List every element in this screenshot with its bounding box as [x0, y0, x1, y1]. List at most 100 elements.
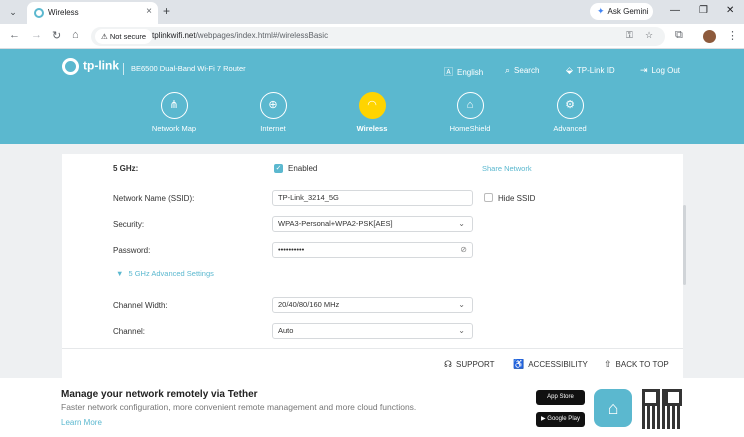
maximize-icon[interactable]: ❐ — [699, 5, 708, 16]
banner-title: Manage your network remotely via Tether — [61, 389, 258, 400]
channel-select[interactable]: Auto ⌄ — [272, 323, 473, 339]
header-divider — [123, 63, 124, 75]
chevron-down-icon: ⌄ — [458, 300, 465, 309]
support-label: SUPPORT — [456, 360, 495, 369]
app-store-badge[interactable]: App Store — [536, 390, 585, 405]
search-link[interactable]: ⌕ Search — [505, 65, 539, 76]
password-label: Password: — [113, 246, 151, 255]
address-bar[interactable]: ⚠ Not secure tplinkwifi.net/webpages/ind… — [91, 27, 665, 46]
tplink-id-link[interactable]: ⬙ TP-Link ID — [566, 65, 615, 76]
nav-network-map-label: Network Map — [151, 124, 197, 133]
nav-advanced[interactable]: ⚙ Advanced — [530, 92, 610, 133]
tplink-logo-icon — [62, 58, 79, 75]
home-shield-icon: ⌂ — [456, 92, 484, 119]
gear-icon: ⚙ — [556, 92, 584, 119]
learn-more-link[interactable]: Learn More — [61, 418, 102, 427]
page-scrollbar[interactable] — [683, 205, 686, 285]
password-input[interactable]: •••••••••• ⊘ — [272, 242, 473, 258]
footer-links: ☊ SUPPORT ♿ ACCESSIBILITY ⇧ BACK TO TOP — [62, 348, 683, 378]
extensions-icon[interactable]: ⧉ — [675, 29, 683, 42]
ssid-value: TP-Link_3214_5G — [278, 193, 339, 202]
nav-network-map[interactable]: ⋔ Network Map — [134, 92, 214, 133]
ask-gemini-button[interactable]: ✦ Ask Gemini — [590, 3, 653, 20]
hide-ssid-checkbox[interactable] — [484, 193, 493, 202]
language-selector[interactable]: 🄰 English — [444, 65, 483, 78]
share-network-link[interactable]: Share Network — [482, 164, 532, 173]
ask-gemini-label: Ask Gemini — [607, 7, 649, 16]
url-text[interactable]: tplinkwifi.net/webpages/index.html#/wire… — [152, 31, 328, 40]
nav-internet-label: Internet — [260, 124, 286, 133]
globe-icon: ⊕ — [259, 92, 287, 119]
app-store-label: App Store — [547, 394, 574, 400]
forward-icon[interactable]: → — [31, 29, 42, 41]
wifi-icon: ◠ — [358, 92, 386, 119]
accessibility-link[interactable]: ♿ ACCESSIBILITY — [513, 359, 588, 370]
support-link[interactable]: ☊ SUPPORT — [444, 359, 495, 370]
logout-icon: ⇥ — [640, 65, 648, 75]
not-secure-chip[interactable]: ⚠ Not secure — [95, 29, 153, 44]
tether-banner: Manage your network remotely via Tether … — [0, 378, 744, 437]
enabled-label: Enabled — [288, 164, 318, 173]
gemini-sparkle-icon: ✦ — [597, 6, 605, 16]
nav-wireless[interactable]: ◠ Wireless — [332, 92, 412, 133]
minimize-icon[interactable]: — — [670, 5, 680, 16]
language-label: English — [457, 68, 484, 77]
back-to-top-link[interactable]: ⇧ BACK TO TOP — [604, 359, 669, 370]
close-tab-icon[interactable]: × — [146, 6, 152, 17]
banner-description: Faster network configuration, more conve… — [61, 402, 417, 412]
router-model: BE6500 Dual-Band Wi-Fi 7 Router — [131, 64, 246, 73]
back-to-top-label: BACK TO TOP — [615, 360, 669, 369]
back-icon[interactable]: ← — [9, 29, 20, 41]
tplink-id-icon: ⬙ — [566, 65, 573, 75]
wireless-settings-panel: 5 GHz: ✓ Enabled Share Network Network N… — [62, 154, 683, 348]
chevron-down-icon: ⌄ — [458, 219, 465, 228]
url-host: tplinkwifi.net — [152, 31, 196, 40]
logout-link[interactable]: ⇥ Log Out — [640, 65, 680, 76]
new-tab-button[interactable]: + — [163, 4, 170, 18]
qr-code — [642, 389, 682, 429]
hide-password-icon[interactable]: ⊘ — [460, 243, 467, 257]
google-play-label: Google Play — [547, 416, 580, 422]
search-icon: ⌕ — [505, 65, 511, 75]
browser-tabstrip: ⌄ Wireless × + ✦ Ask Gemini — ❐ ✕ — [0, 0, 744, 24]
security-select[interactable]: WPA3-Personal+WPA2-PSK[AES] ⌄ — [272, 216, 473, 232]
nav-wireless-label: Wireless — [356, 124, 388, 133]
channel-width-select[interactable]: 20/40/80/160 MHz ⌄ — [272, 297, 473, 313]
advanced-settings-toggle[interactable]: ▼ 5 GHz Advanced Settings — [116, 269, 214, 278]
chevron-down-icon: ⌄ — [458, 326, 465, 335]
tab-title: Wireless — [48, 8, 79, 17]
accessibility-icon: ♿ — [513, 359, 525, 369]
avatar[interactable] — [703, 30, 716, 43]
nav-homeshield[interactable]: ⌂ HomeShield — [430, 92, 510, 133]
logout-label: Log Out — [651, 66, 681, 75]
arrow-up-icon: ⇧ — [604, 359, 612, 369]
tplink-logo[interactable]: tp-link — [62, 58, 119, 75]
tab-search-icon[interactable]: ⌄ — [5, 5, 21, 20]
tplink-favicon-icon — [34, 8, 44, 18]
advanced-settings-label: 5 GHz Advanced Settings — [128, 269, 214, 278]
brand-name: tp-link — [83, 58, 119, 73]
channel-width-value: 20/40/80/160 MHz — [278, 300, 340, 309]
nav-internet[interactable]: ⊕ Internet — [233, 92, 313, 133]
network-map-icon: ⋔ — [160, 92, 188, 119]
home-icon[interactable]: ⌂ — [72, 29, 79, 41]
bookmark-star-icon[interactable]: ☆ — [645, 30, 653, 41]
tether-app-icon: ⌂ — [594, 389, 632, 427]
ssid-label: Network Name (SSID): — [113, 194, 195, 203]
google-play-badge[interactable]: ▶ Google Play — [536, 412, 585, 427]
nav-homeshield-label: HomeShield — [449, 124, 491, 133]
password-key-icon[interactable]: ⚿ — [626, 30, 633, 41]
enable-5ghz-checkbox[interactable]: ✓ — [274, 164, 283, 173]
search-label: Search — [514, 66, 540, 75]
accessibility-label: ACCESSIBILITY — [528, 360, 588, 369]
more-menu-icon[interactable]: ⋮ — [727, 29, 738, 42]
browser-tab[interactable]: Wireless × — [27, 2, 158, 24]
ssid-input[interactable]: TP-Link_3214_5G — [272, 190, 473, 206]
browser-toolbar: ← → ↻ ⌂ ⚠ Not secure tplinkwifi.net/webp… — [0, 24, 744, 49]
close-window-icon[interactable]: ✕ — [726, 5, 734, 16]
nav-advanced-label: Advanced — [553, 124, 587, 133]
router-header: tp-link BE6500 Dual-Band Wi-Fi 7 Router … — [0, 49, 744, 144]
reload-icon[interactable]: ↻ — [52, 29, 61, 42]
not-secure-label: Not secure — [109, 32, 147, 41]
band-label: 5 GHz: — [113, 164, 139, 173]
